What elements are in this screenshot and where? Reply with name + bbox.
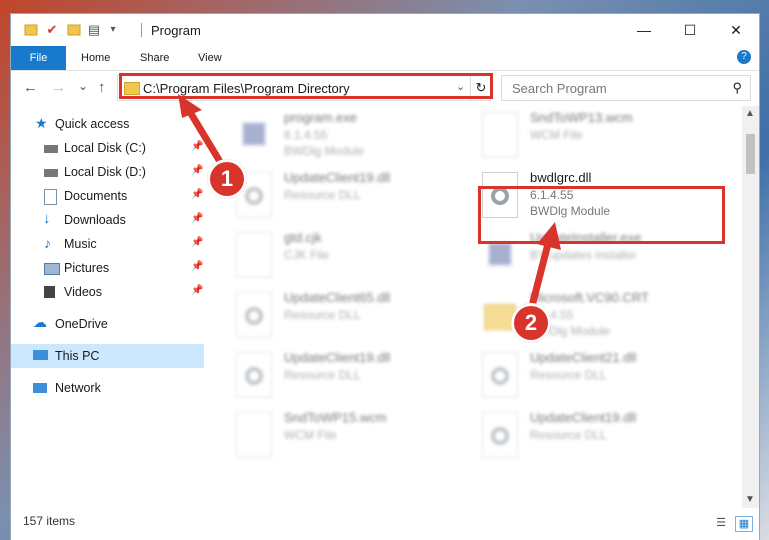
callout-2: 2 [511, 303, 551, 343]
arrow-2-head [537, 222, 561, 250]
annotation-arrows [178, 94, 561, 306]
arrow-2-shaft [529, 240, 552, 306]
arrow-1-shaft [186, 108, 226, 169]
arrow-1-head [178, 94, 202, 118]
callout-1: 1 [207, 159, 247, 199]
